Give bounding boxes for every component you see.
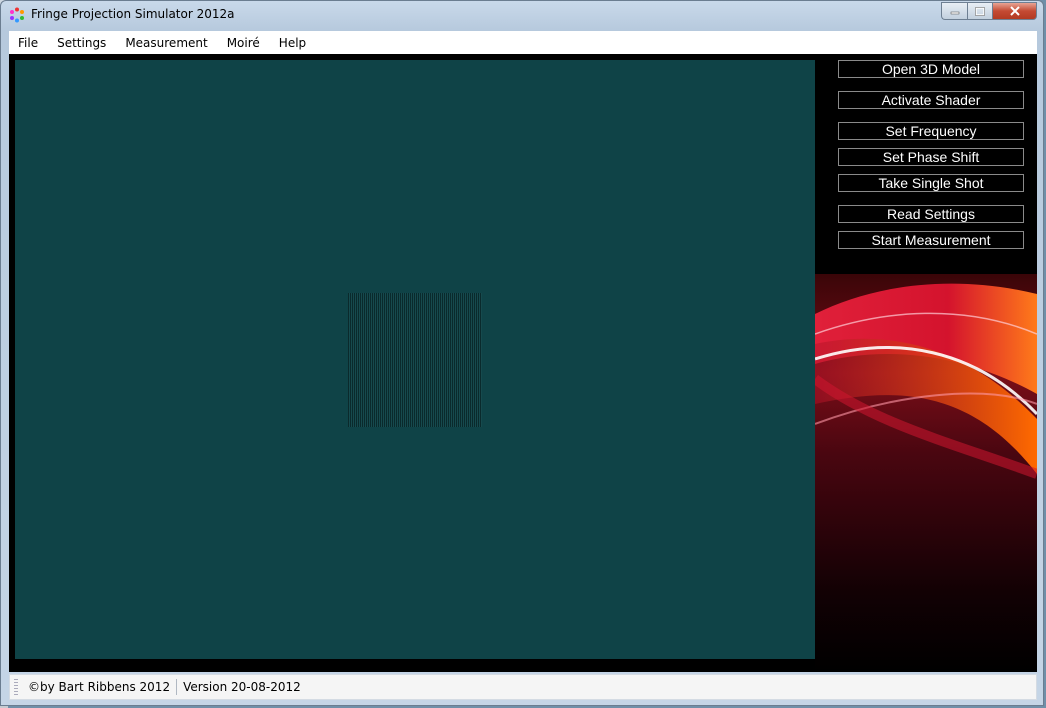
menu-settings[interactable]: Settings bbox=[48, 36, 115, 50]
start-measurement-button[interactable]: Start Measurement bbox=[838, 231, 1024, 249]
read-settings-button[interactable]: Read Settings bbox=[838, 205, 1024, 223]
menu-moire[interactable]: Moiré bbox=[218, 36, 269, 50]
activate-shader-button[interactable]: Activate Shader bbox=[838, 91, 1024, 109]
main-content: Open 3D Model Activate Shader Set Freque… bbox=[9, 54, 1037, 672]
menu-measurement[interactable]: Measurement bbox=[116, 36, 216, 50]
app-icon bbox=[10, 7, 24, 23]
menu-bar: File Settings Measurement Moiré Help bbox=[9, 31, 1037, 54]
maximize-icon bbox=[975, 6, 985, 16]
caption-buttons bbox=[941, 2, 1037, 22]
close-icon bbox=[1009, 6, 1020, 16]
window-title: Fringe Projection Simulator 2012a bbox=[31, 7, 235, 21]
status-grip bbox=[14, 679, 18, 695]
status-version: Version 20-08-2012 bbox=[183, 680, 301, 694]
decorative-swirl bbox=[815, 274, 1037, 672]
fringe-pattern bbox=[348, 293, 482, 427]
menu-help[interactable]: Help bbox=[270, 36, 315, 50]
menu-file[interactable]: File bbox=[9, 36, 47, 50]
app-window: Fringe Projection Simulator 2012a File S… bbox=[0, 0, 1044, 706]
take-single-shot-button[interactable]: Take Single Shot bbox=[838, 174, 1024, 192]
set-frequency-button[interactable]: Set Frequency bbox=[838, 122, 1024, 140]
control-panel: Open 3D Model Activate Shader Set Freque… bbox=[815, 54, 1037, 672]
render-viewport[interactable] bbox=[15, 60, 815, 659]
maximize-button[interactable] bbox=[967, 2, 993, 20]
close-button[interactable] bbox=[993, 2, 1037, 20]
minimize-button[interactable] bbox=[941, 2, 967, 20]
status-bar: ©by Bart Ribbens 2012 Version 20-08-2012 bbox=[9, 674, 1037, 700]
minimize-icon bbox=[950, 11, 959, 15]
open-3d-model-button[interactable]: Open 3D Model bbox=[838, 60, 1024, 78]
status-copyright: ©by Bart Ribbens 2012 bbox=[28, 680, 171, 694]
title-bar[interactable]: Fringe Projection Simulator 2012a bbox=[1, 1, 1043, 29]
set-phase-shift-button[interactable]: Set Phase Shift bbox=[838, 148, 1024, 166]
